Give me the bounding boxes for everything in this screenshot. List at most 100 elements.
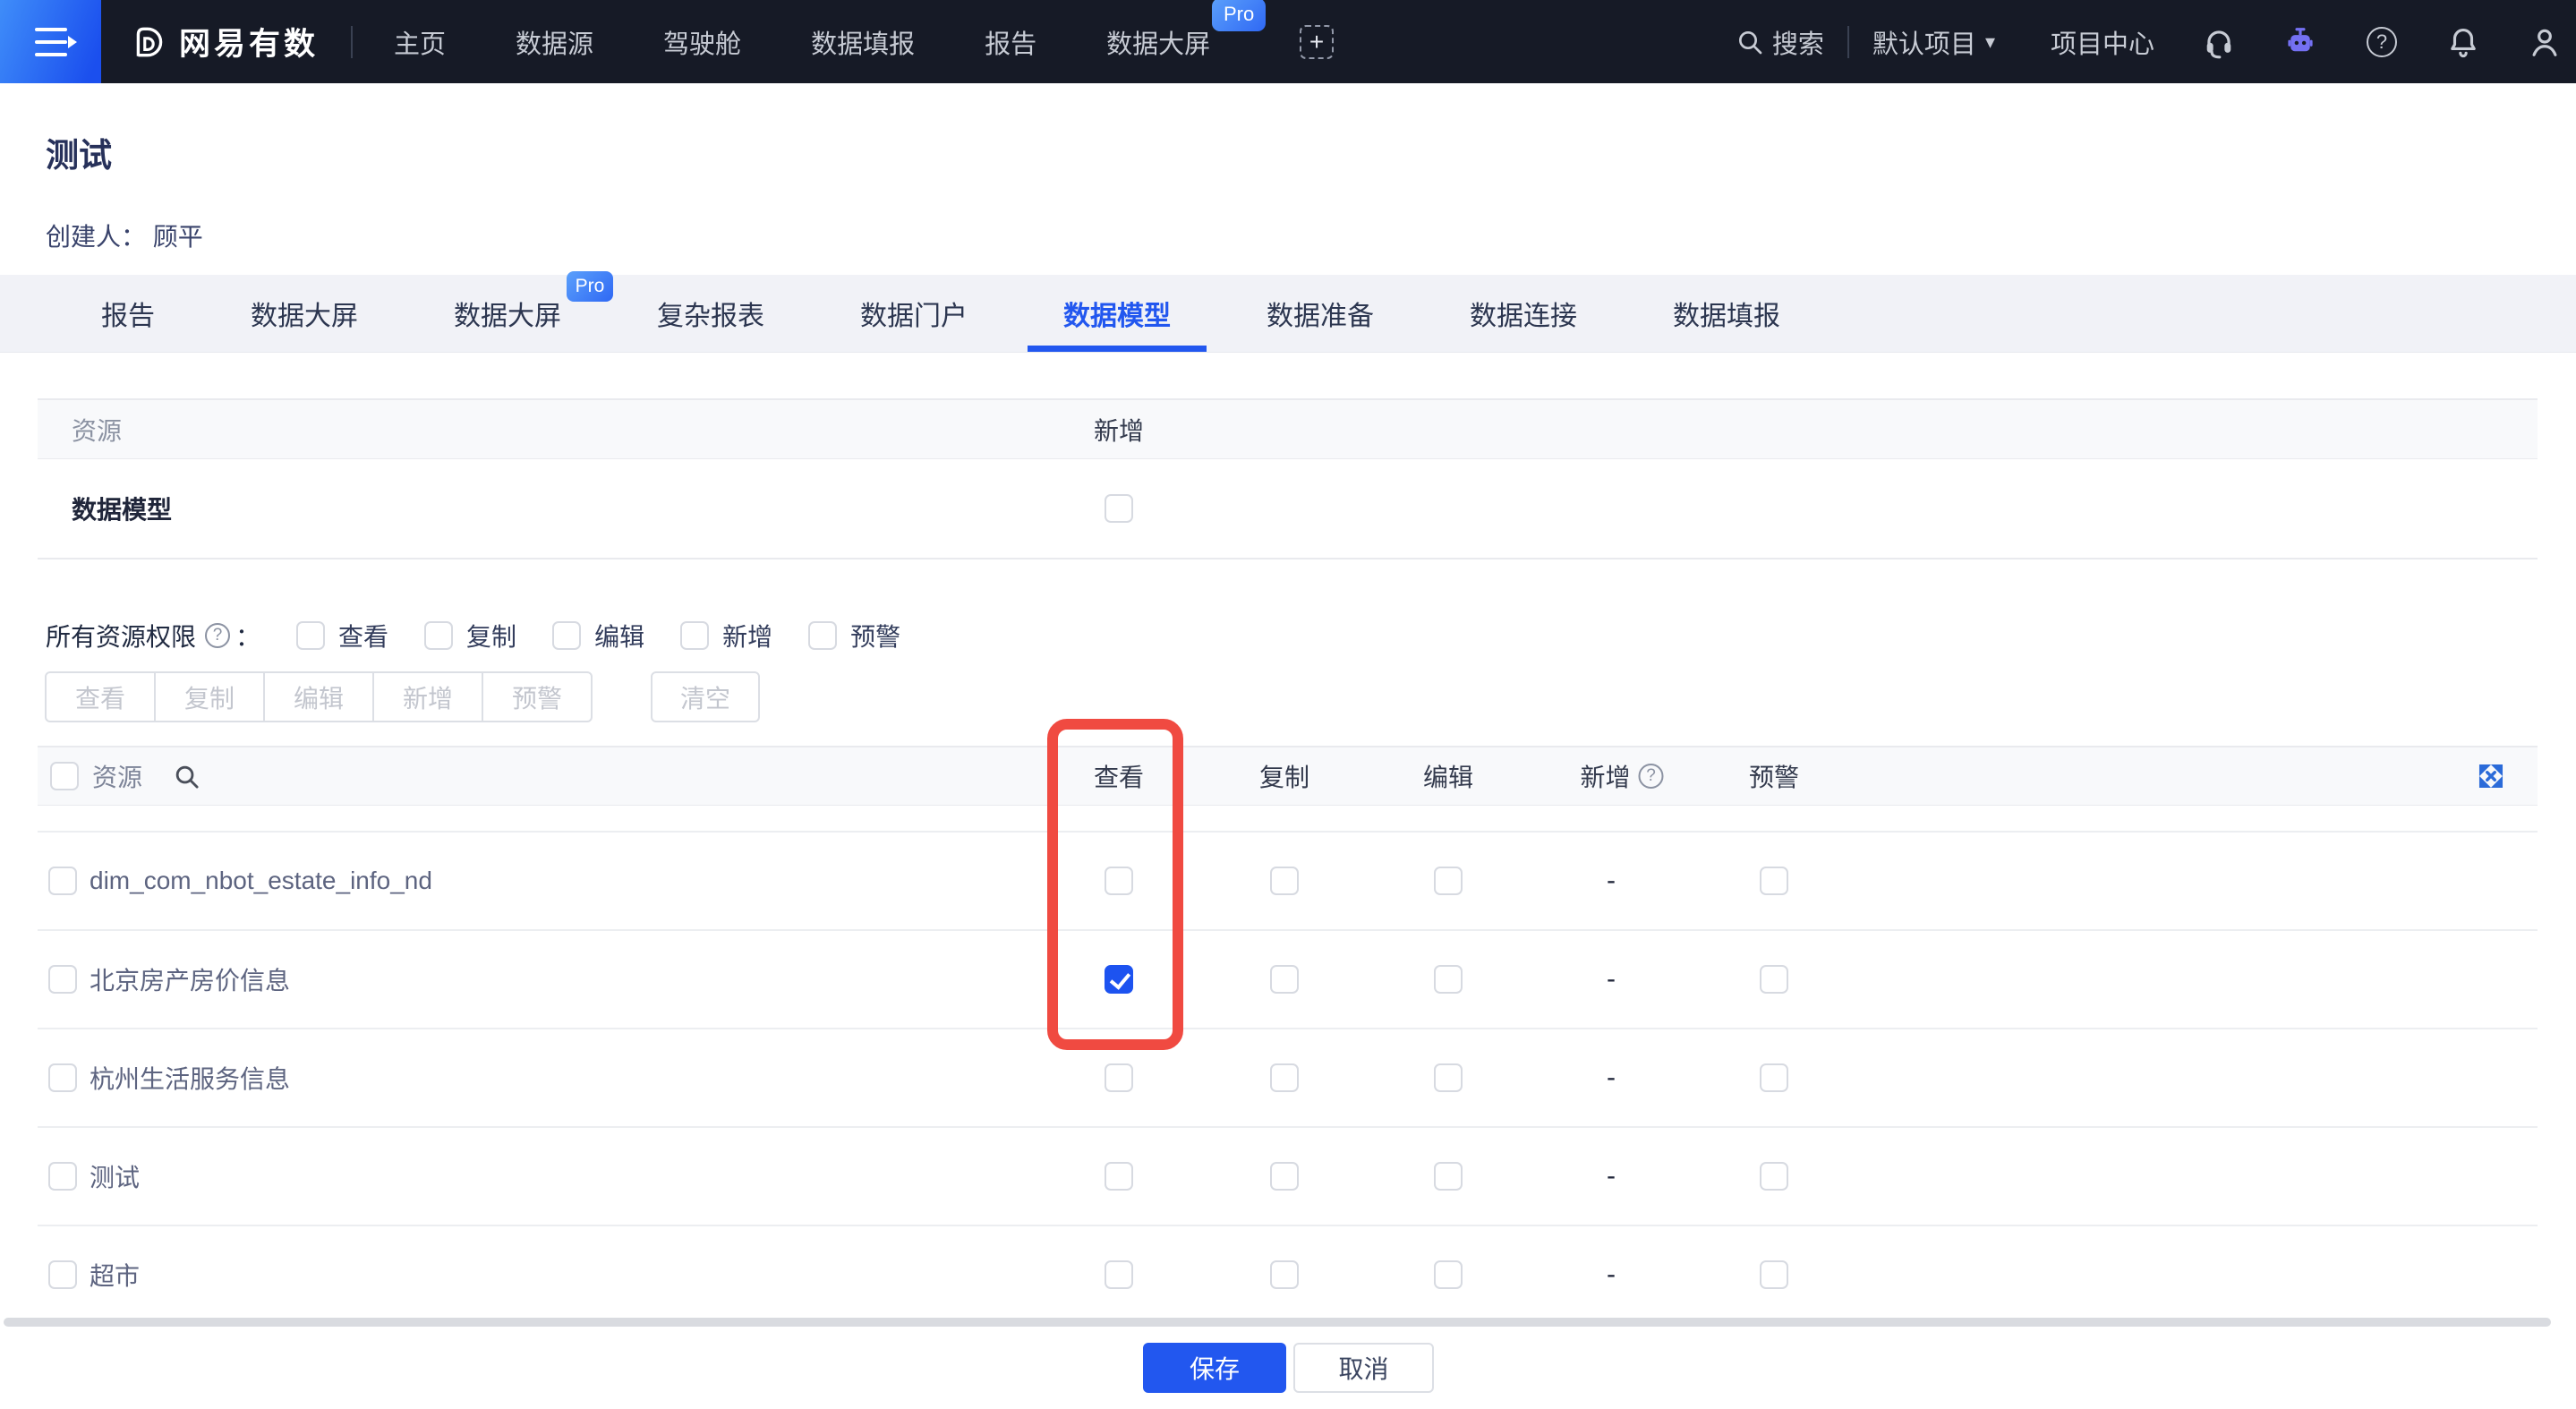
resource-name: 超市 (90, 1257, 140, 1293)
global-search[interactable]: 搜索 (1736, 23, 1824, 61)
expand-fullscreen-icon[interactable] (2476, 761, 2506, 791)
cancel-button[interactable]: 取消 (1293, 1343, 1434, 1393)
help-icon[interactable]: ? (1639, 764, 1664, 789)
project-selector[interactable]: 默认项目 ▾ (1872, 23, 1995, 61)
permission-table-header: 资源 查看 复制 编辑 新增 ? 预警 (38, 746, 2538, 806)
copy-checkbox[interactable] (424, 621, 453, 650)
tab-complex-report[interactable]: 复杂报表 (621, 275, 800, 352)
add-module-icon[interactable]: + (1300, 25, 1334, 59)
save-button[interactable]: 保存 (1143, 1343, 1286, 1393)
column-view: 查看 (1094, 758, 1144, 794)
view-checkbox[interactable] (1105, 867, 1133, 895)
tab-data-fill[interactable]: 数据填报 (1637, 275, 1816, 352)
nav-item-datafill[interactable]: 数据填报 (811, 23, 915, 61)
page-title: 测试 (46, 128, 112, 176)
perm-option-edit: 编辑 (552, 618, 644, 653)
row-select-checkbox[interactable] (48, 1063, 77, 1092)
warn-checkbox[interactable] (1760, 1063, 1788, 1092)
table-row: 超市 - (38, 1226, 2538, 1325)
select-all-checkbox[interactable] (50, 762, 79, 790)
creator-line: 创建人： 顾平 (46, 218, 203, 253)
horizontal-scrollbar[interactable] (4, 1318, 2551, 1327)
tab-data-portal[interactable]: 数据门户 (824, 275, 1003, 352)
help-icon[interactable]: ? (2365, 25, 2399, 59)
brand-name: 网易有数 (179, 19, 319, 64)
bulk-action-row: 查看 复制 编辑 新增 预警 清空 (45, 671, 1119, 722)
project-center-link[interactable]: 项目中心 (2051, 23, 2154, 61)
edit-checkbox[interactable] (1434, 1162, 1463, 1191)
tab-bigscreen[interactable]: 数据大屏 (215, 275, 394, 352)
warn-checkbox[interactable] (808, 621, 837, 650)
bulk-edit-button[interactable]: 编辑 (263, 671, 374, 722)
copy-checkbox[interactable] (1270, 1063, 1299, 1092)
tab-data-model[interactable]: 数据模型 (1028, 275, 1207, 352)
warn-checkbox[interactable] (1760, 867, 1788, 895)
edit-checkbox[interactable] (1434, 1063, 1463, 1092)
view-checkbox[interactable] (1105, 1162, 1133, 1191)
perm-option-copy: 复制 (424, 618, 516, 653)
nav-item-home[interactable]: 主页 (394, 23, 446, 61)
view-checkbox[interactable] (1105, 965, 1133, 994)
edit-checkbox[interactable] (552, 621, 581, 650)
bulk-copy-button[interactable]: 复制 (154, 671, 265, 722)
resource-permission-table: 资源 查看 复制 编辑 新增 ? 预警 (38, 746, 2538, 1327)
table-row: 测试 - (38, 1128, 2538, 1226)
copy-checkbox[interactable] (1270, 1162, 1299, 1191)
bulk-warn-button[interactable]: 预警 (482, 671, 593, 722)
nav-divider (351, 26, 353, 58)
search-icon (1736, 28, 1764, 56)
nav-item-bigscreen[interactable]: 数据大屏 Pro (1106, 23, 1210, 61)
resource-name: 测试 (90, 1158, 140, 1194)
tab-data-prep[interactable]: 数据准备 (1231, 275, 1410, 352)
view-checkbox[interactable] (1105, 1063, 1133, 1092)
view-checkbox[interactable] (1105, 1260, 1133, 1289)
help-icon[interactable]: ? (205, 623, 230, 648)
tab-bigscreen-pro[interactable]: 数据大屏 Pro (418, 275, 597, 352)
tab-report[interactable]: 报告 (65, 275, 191, 352)
all-permissions-row: 所有资源权限 ? ： 查看 复制 编辑 新增 预警 (46, 618, 900, 653)
row-select-checkbox[interactable] (48, 867, 77, 895)
copy-checkbox[interactable] (1270, 1260, 1299, 1289)
support-headset-icon[interactable] (2202, 25, 2236, 59)
table-row: 杭州生活服务信息 - (38, 1029, 2538, 1128)
copy-checkbox[interactable] (1270, 867, 1299, 895)
all-permissions-label: 所有资源权限 (46, 618, 196, 653)
edit-checkbox[interactable] (1434, 965, 1463, 994)
bulk-add-button[interactable]: 新增 (372, 671, 483, 722)
table-search-icon[interactable] (173, 763, 200, 790)
ai-robot-icon[interactable] (2283, 25, 2317, 59)
nav-item-report[interactable]: 报告 (985, 23, 1036, 61)
edit-checkbox[interactable] (1434, 867, 1463, 895)
view-checkbox[interactable] (296, 621, 325, 650)
add-not-applicable: - (1607, 1063, 1616, 1093)
warn-checkbox[interactable] (1760, 1162, 1788, 1191)
brand-logo[interactable]: 网易有数 (131, 19, 319, 64)
row-select-checkbox[interactable] (48, 1162, 77, 1191)
collapse-menu-button[interactable] (0, 0, 101, 83)
add-checkbox[interactable] (1105, 494, 1133, 523)
table-row: 北京房产房价信息 - (38, 931, 2538, 1029)
row-select-checkbox[interactable] (48, 965, 77, 994)
table-row: dim_com_nbot_estate_info_nd - (38, 833, 2538, 931)
column-copy: 复制 (1259, 758, 1309, 794)
bulk-view-button[interactable]: 查看 (45, 671, 156, 722)
nav-item-dashboard[interactable]: 驾驶舱 (663, 23, 741, 61)
pro-badge: Pro (1212, 0, 1266, 31)
youshu-logo-icon (131, 23, 168, 61)
creator-name: 顾平 (153, 223, 203, 251)
edit-checkbox[interactable] (1434, 1260, 1463, 1289)
chevron-down-icon: ▾ (1985, 30, 1995, 54)
copy-checkbox[interactable] (1270, 965, 1299, 994)
add-not-applicable: - (1607, 1161, 1616, 1191)
warn-checkbox[interactable] (1760, 1260, 1788, 1289)
warn-checkbox[interactable] (1760, 965, 1788, 994)
column-warn: 预警 (1749, 758, 1799, 794)
nav-item-datasource[interactable]: 数据源 (516, 23, 593, 61)
add-checkbox[interactable] (680, 621, 709, 650)
row-select-checkbox[interactable] (48, 1260, 77, 1289)
user-icon[interactable] (2528, 25, 2562, 59)
resource-name: 北京房产房价信息 (90, 961, 290, 997)
clear-button[interactable]: 清空 (651, 671, 760, 722)
tab-data-connect[interactable]: 数据连接 (1434, 275, 1613, 352)
notifications-bell-icon[interactable] (2446, 25, 2480, 59)
